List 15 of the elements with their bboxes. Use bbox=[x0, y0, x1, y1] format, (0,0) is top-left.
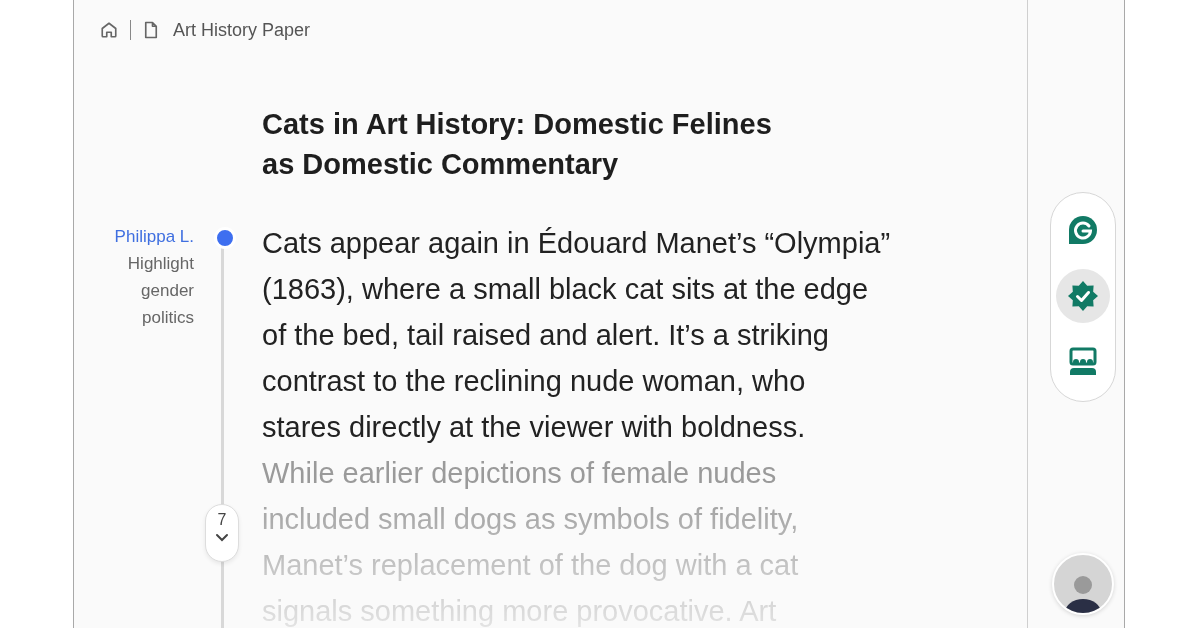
verified-badge-icon bbox=[1068, 281, 1098, 311]
document-name[interactable]: Art History Paper bbox=[173, 19, 311, 41]
comment-marker-dot[interactable] bbox=[214, 227, 236, 249]
document-icon bbox=[143, 21, 159, 39]
group-presentation-icon bbox=[1068, 347, 1098, 377]
comment-author[interactable]: Philippa L. bbox=[114, 223, 194, 250]
body-paragraph: Cats appear again in Édouard Manet’s “Olympia” (1863), where a small black cat sits at the edge of the bed, tail raised and alert. It’s a striking contrast to the reclining nude woman, who stares directly at the viewer with boldness. bbox=[262, 226, 891, 445]
comment-text: Highlight gender politics bbox=[126, 253, 194, 329]
document-title: Cats in Art History: Domestic Felines as Domestic Commentary bbox=[262, 107, 773, 182]
home-icon[interactable] bbox=[100, 21, 118, 39]
comment-count-button[interactable]: 7 bbox=[205, 504, 239, 562]
chevron-down-icon bbox=[215, 533, 229, 542]
g-logo-icon bbox=[1068, 215, 1098, 245]
verified-tool-button[interactable] bbox=[1056, 269, 1110, 323]
user-avatar[interactable] bbox=[1052, 553, 1114, 615]
